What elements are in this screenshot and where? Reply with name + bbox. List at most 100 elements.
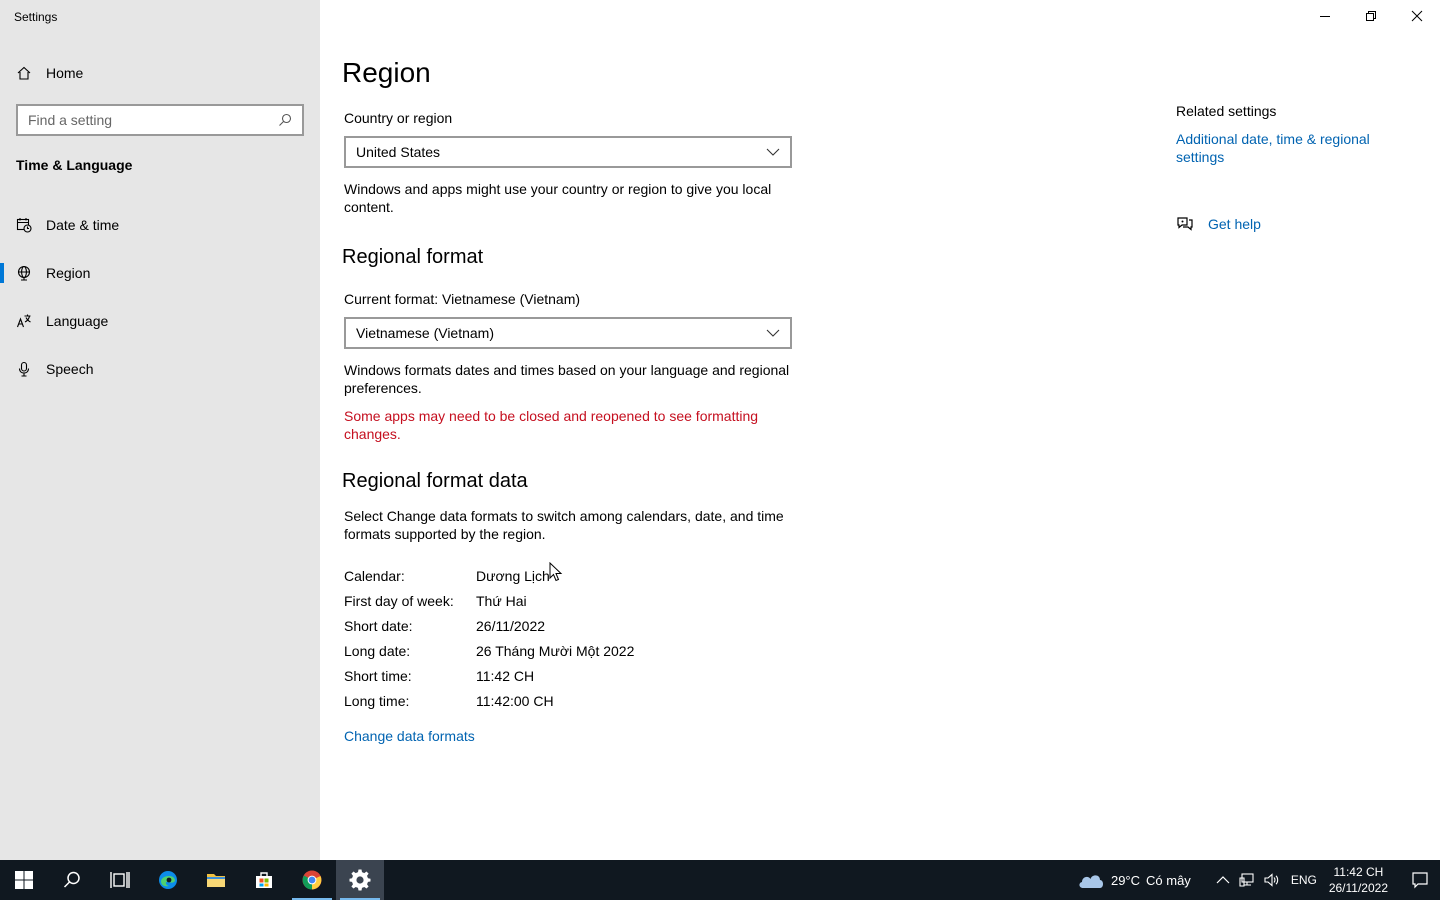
volume-button[interactable] (1259, 860, 1283, 900)
related-settings-title: Related settings (1176, 103, 1277, 119)
weather-widget[interactable]: 29°C Có mây (1077, 871, 1191, 889)
format-key: First day of week: (344, 593, 454, 609)
page-title: Region (342, 57, 431, 88)
change-data-formats-link[interactable]: Change data formats (344, 728, 475, 744)
format-row-long-date: Long date: 26 Tháng Mười Một 2022 (344, 643, 634, 659)
weather-condition: Có mây (1146, 872, 1191, 888)
network-button[interactable] (1235, 860, 1259, 900)
additional-settings-link[interactable]: Additional date, time & regional setting… (1176, 130, 1406, 166)
sidebar-item-region[interactable]: Region (0, 253, 320, 293)
get-help-link[interactable]: Get help (1208, 216, 1261, 232)
sidebar-item-speech[interactable]: Speech (0, 349, 320, 389)
window-controls (1302, 0, 1440, 32)
system-tray: 29°C Có mây ENG 11:42 CH 26/11/2022 (1077, 860, 1440, 900)
search-icon[interactable] (278, 113, 292, 127)
cloud-icon (1079, 875, 1103, 888)
taskbar: 29°C Có mây ENG 11:42 CH 26/11/2022 (0, 860, 1440, 900)
section-title: Time & Language (16, 157, 133, 173)
sidebar-item-label: Language (46, 313, 109, 329)
country-value: United States (356, 144, 441, 160)
regional-format-value: Vietnamese (Vietnam) (356, 325, 494, 341)
current-format-label: Current format: Vietnamese (Vietnam) (344, 291, 581, 307)
chrome-icon (302, 870, 322, 890)
format-data-description: Select Change data formats to switch amo… (344, 508, 784, 542)
country-description: Windows and apps might use your country … (344, 181, 772, 215)
close-icon (1411, 10, 1423, 22)
sidebar-item-label: Speech (46, 361, 94, 377)
globe-icon (17, 265, 31, 281)
format-data-heading: Regional format data (342, 470, 528, 492)
taskbar-clock[interactable]: 11:42 CH 26/11/2022 (1329, 864, 1388, 896)
language-icon (16, 314, 31, 328)
format-value: 11:42:00 CH (476, 693, 554, 709)
file-explorer-button[interactable] (192, 860, 240, 900)
format-key: Short date: (344, 618, 413, 634)
restore-button[interactable] (1348, 0, 1394, 32)
chevron-down-icon (766, 148, 780, 156)
format-value: 26/11/2022 (476, 618, 546, 634)
format-row-calendar: Calendar: Dương Lịch (344, 568, 550, 584)
sidebar-item-label: Date & time (46, 217, 120, 233)
format-key: Long date: (344, 643, 411, 659)
settings-button[interactable] (336, 860, 384, 900)
task-view-icon (110, 872, 130, 888)
sidebar-item-date-time[interactable]: Date & time (0, 205, 320, 245)
calendar-clock-icon (16, 218, 32, 233)
format-value: 11:42 CH (476, 668, 535, 684)
store-icon (256, 872, 272, 888)
store-button[interactable] (240, 860, 288, 900)
format-key: Calendar: (344, 568, 405, 584)
minimize-icon (1320, 16, 1330, 17)
show-hidden-icons-button[interactable] (1211, 860, 1235, 900)
windows-logo-icon (15, 871, 33, 889)
country-dropdown[interactable]: United States (344, 136, 792, 168)
format-value: Thứ Hai (476, 593, 527, 609)
speaker-icon (1264, 873, 1279, 887)
search-icon (63, 871, 80, 888)
format-value: 26 Tháng Mười Một 2022 (476, 643, 635, 659)
weather-temp: 29°C (1110, 872, 1141, 888)
sidebar-item-label: Region (46, 265, 91, 281)
clock-time: 11:42 CH (1333, 865, 1384, 879)
restore-icon (1366, 11, 1376, 21)
chevron-up-icon (1216, 876, 1230, 884)
sidebar: Settings Home Time & Language Date & tim… (0, 0, 320, 860)
regional-format-dropdown[interactable]: Vietnamese (Vietnam) (344, 317, 792, 349)
format-row-first-day: First day of week: Thứ Hai (344, 593, 527, 609)
edge-icon (159, 871, 177, 889)
folder-icon (207, 874, 225, 887)
home-label: Home (46, 65, 84, 81)
input-language[interactable]: ENG (1291, 873, 1317, 887)
get-help[interactable]: Get help (1176, 215, 1261, 233)
home-nav[interactable]: Home (16, 62, 83, 84)
sidebar-item-language[interactable]: Language (0, 301, 320, 341)
taskbar-search-button[interactable] (48, 860, 96, 900)
format-key: Short time: (344, 668, 412, 684)
task-view-button[interactable] (96, 860, 144, 900)
microphone-icon (18, 361, 30, 377)
start-button[interactable] (0, 860, 48, 900)
format-row-long-time: Long time: 11:42:00 CH (344, 693, 554, 709)
mouse-cursor-icon (549, 562, 563, 582)
minimize-button[interactable] (1302, 0, 1348, 32)
regional-format-heading: Regional format (342, 246, 484, 268)
gear-icon (349, 869, 371, 891)
search-input[interactable] (28, 112, 278, 128)
format-row-short-time: Short time: 11:42 CH (344, 668, 534, 684)
format-value: Dương Lịch (476, 568, 550, 584)
search-box[interactable] (16, 104, 304, 136)
edge-button[interactable] (144, 860, 192, 900)
close-button[interactable] (1394, 0, 1440, 32)
chevron-down-icon (766, 329, 780, 337)
chrome-button[interactable] (288, 860, 336, 900)
format-warning: Some apps may need to be closed and reop… (344, 408, 759, 442)
home-icon (17, 66, 31, 80)
format-key: Long time: (344, 693, 410, 709)
network-icon (1239, 873, 1254, 887)
country-label: Country or region (344, 110, 453, 126)
format-row-short-date: Short date: 26/11/2022 (344, 618, 545, 634)
action-center-button[interactable] (1400, 860, 1440, 900)
help-chat-icon (1177, 217, 1193, 231)
regional-format-description: Windows formats dates and times based on… (344, 362, 790, 396)
notification-icon (1412, 872, 1428, 889)
